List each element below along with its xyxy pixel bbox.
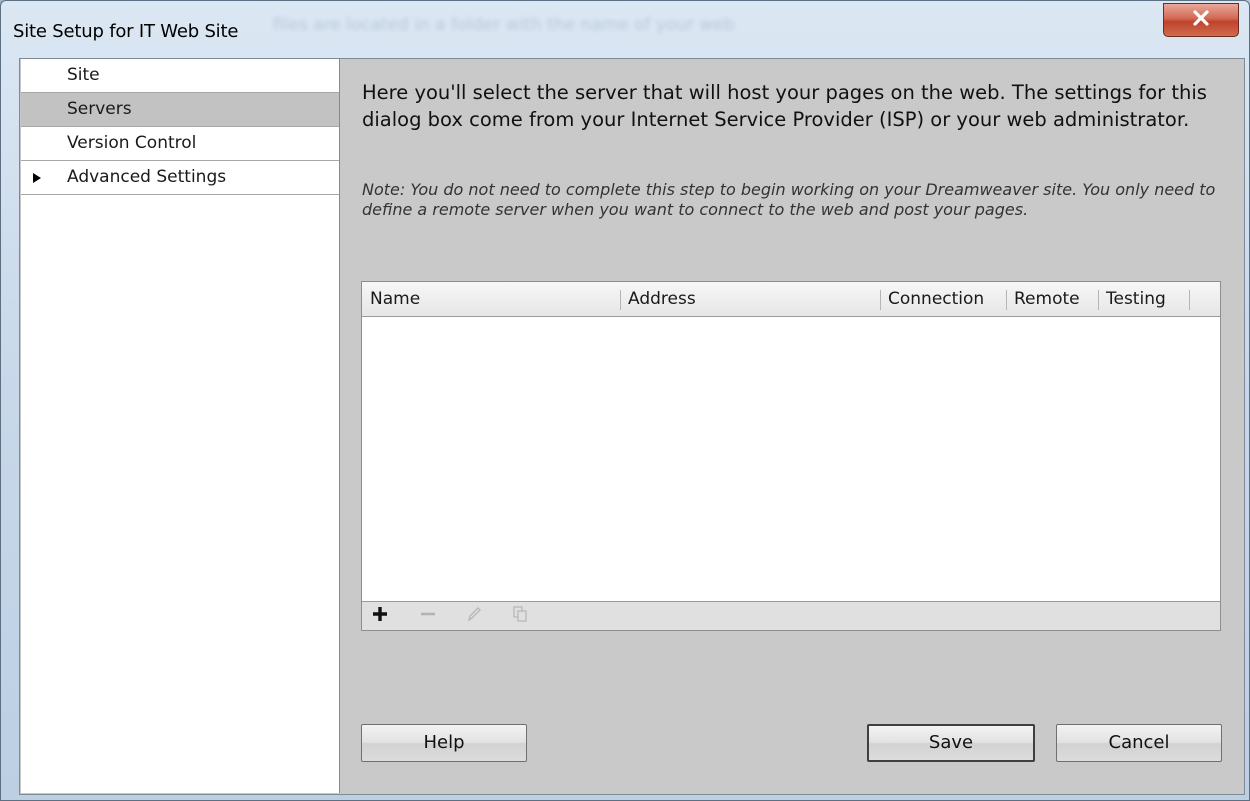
save-button[interactable]: Save bbox=[867, 724, 1035, 762]
sidebar-item-label: Site bbox=[67, 65, 100, 85]
duplicate-server-button[interactable] bbox=[506, 605, 534, 627]
remove-icon bbox=[419, 605, 437, 627]
help-button[interactable]: Help bbox=[361, 724, 527, 762]
table-header: Name Address Connection Remote Testing bbox=[362, 282, 1220, 317]
column-header-connection[interactable]: Connection bbox=[880, 282, 1006, 316]
remove-server-button[interactable] bbox=[414, 605, 442, 627]
edit-server-button[interactable] bbox=[460, 605, 488, 627]
window-title: Site Setup for IT Web Site bbox=[13, 21, 239, 42]
duplicate-icon bbox=[511, 605, 529, 627]
column-header-name[interactable]: Name bbox=[362, 282, 620, 316]
column-divider[interactable] bbox=[1189, 290, 1190, 310]
dialog-client-area: Site Servers Version Control Advanced Se… bbox=[19, 58, 1245, 795]
edit-icon bbox=[465, 605, 483, 627]
close-icon bbox=[1191, 9, 1211, 31]
column-header-address[interactable]: Address bbox=[620, 282, 880, 316]
sidebar-item-label: Version Control bbox=[67, 133, 197, 153]
sidebar-item-servers[interactable]: Servers bbox=[21, 93, 339, 127]
cancel-button[interactable]: Cancel bbox=[1056, 724, 1222, 762]
sidebar-item-site[interactable]: Site bbox=[21, 59, 339, 93]
table-body[interactable] bbox=[362, 317, 1220, 600]
table-toolbar bbox=[362, 601, 1220, 630]
add-server-button[interactable] bbox=[366, 605, 394, 627]
expand-arrow-icon[interactable] bbox=[33, 173, 41, 183]
column-header-testing[interactable]: Testing bbox=[1098, 282, 1190, 316]
sidebar-item-label: Advanced Settings bbox=[67, 167, 227, 187]
site-setup-dialog: Site Setup for IT Web Site files are loc… bbox=[0, 0, 1250, 801]
close-button[interactable] bbox=[1163, 3, 1239, 37]
servers-panel: Here you'll select the server that will … bbox=[341, 59, 1244, 794]
column-header-remote[interactable]: Remote bbox=[1006, 282, 1098, 316]
sidebar-item-advanced-settings[interactable]: Advanced Settings bbox=[21, 161, 339, 195]
category-sidebar: Site Servers Version Control Advanced Se… bbox=[21, 59, 340, 793]
intro-text: Here you'll select the server that will … bbox=[362, 81, 1207, 131]
sidebar-item-version-control[interactable]: Version Control bbox=[21, 127, 339, 161]
servers-table: Name Address Connection Remote Testing bbox=[361, 281, 1221, 631]
title-bar[interactable]: Site Setup for IT Web Site files are loc… bbox=[1, 1, 1249, 59]
add-icon bbox=[371, 605, 389, 627]
note-text: Note: You do not need to complete this s… bbox=[362, 180, 1216, 219]
background-window-text: files are located in a folder with the n… bbox=[273, 15, 735, 35]
sidebar-item-label: Servers bbox=[67, 99, 132, 119]
